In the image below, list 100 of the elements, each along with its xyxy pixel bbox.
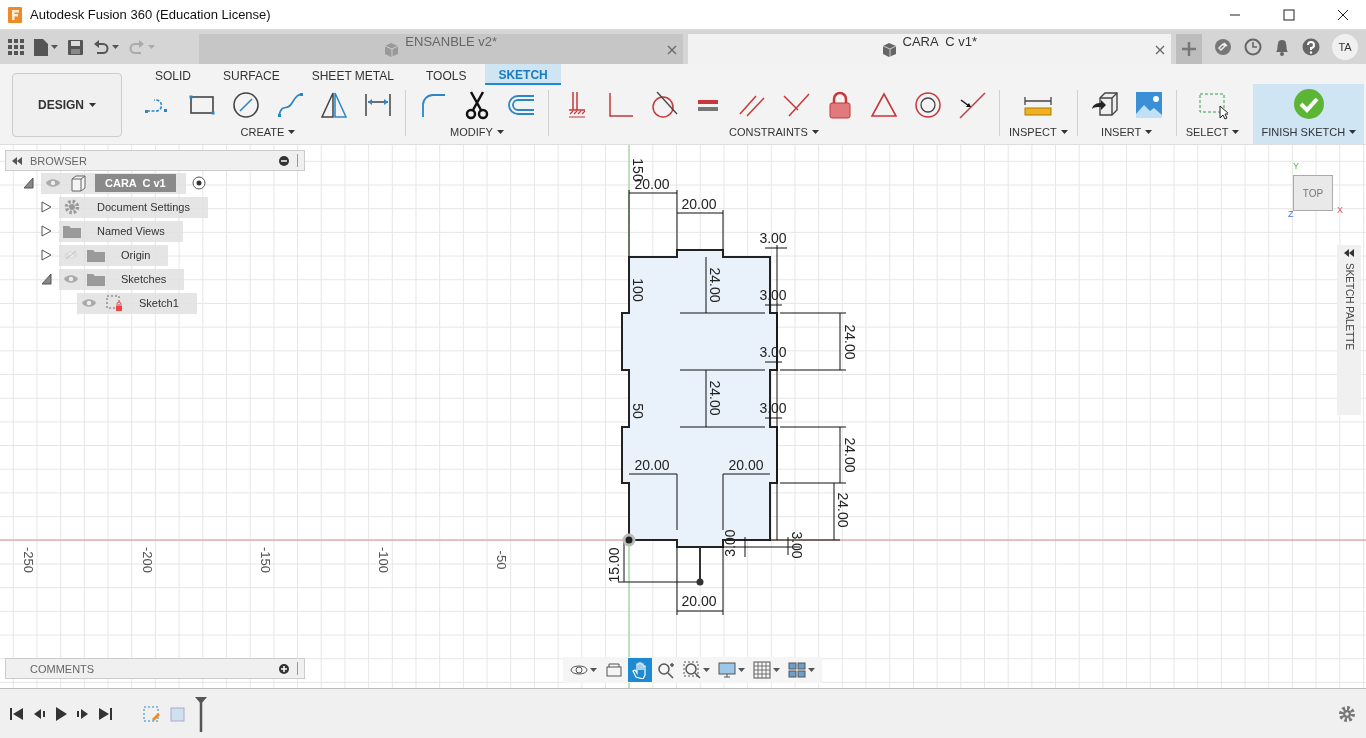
axis-label: Z — [1288, 209, 1294, 219]
window-title: Autodesk Fusion 360 (Education License) — [30, 7, 272, 22]
image-icon[interactable] — [1133, 90, 1164, 120]
caret-icon — [51, 45, 58, 49]
file-icon[interactable] — [34, 38, 48, 56]
axis-label: -50 — [493, 550, 509, 570]
step-forward-icon[interactable] — [76, 706, 90, 721]
dimension-label[interactable]: 15.00 — [606, 547, 622, 583]
expanded-arrow-icon[interactable] — [22, 177, 34, 189]
origin-point-icon[interactable] — [622, 533, 636, 547]
axis-label: -150 — [257, 547, 273, 573]
mirror-icon[interactable] — [319, 90, 349, 120]
tree-item[interactable]: Origin — [59, 244, 169, 266]
browser-title: BROWSER — [30, 154, 88, 167]
save-icon[interactable] — [68, 39, 83, 55]
expanded-arrow-icon[interactable] — [40, 273, 52, 285]
expand-icon[interactable] — [1344, 249, 1354, 257]
tree-item[interactable]: Sketches — [59, 268, 185, 290]
toolbar-tab[interactable]: SOLID — [142, 64, 204, 85]
dimension-label[interactable]: 24.00 — [835, 492, 851, 528]
bell-icon[interactable] — [1274, 38, 1290, 56]
comments-title: COMMENTS — [29, 662, 96, 675]
spline-icon[interactable] — [275, 90, 305, 120]
minus-circle-icon[interactable] — [279, 155, 289, 166]
undo-icon[interactable] — [93, 40, 109, 54]
caret-icon — [1232, 130, 1240, 134]
dimension-label[interactable]: 24.00 — [842, 437, 858, 473]
monitor-icon[interactable] — [718, 661, 736, 679]
play-icon[interactable] — [54, 705, 68, 722]
collapsed-arrow-icon[interactable] — [40, 249, 52, 261]
collapsed-arrow-icon[interactable] — [40, 225, 52, 237]
apps-grid-icon[interactable] — [8, 39, 24, 55]
arrow-line-icon[interactable] — [957, 90, 987, 120]
collapse-icon[interactable] — [12, 156, 22, 165]
caret-icon — [89, 103, 96, 107]
extensions-icon[interactable] — [1214, 38, 1232, 56]
caret-icon — [811, 130, 819, 134]
collapsed-arrow-icon[interactable] — [40, 201, 52, 213]
toolbar-tab[interactable]: SURFACE — [210, 64, 293, 85]
caret-icon — [1145, 130, 1153, 134]
viewports-icon[interactable] — [788, 661, 806, 679]
tool-group-menu[interactable]: MODIFY — [450, 126, 504, 138]
help-icon[interactable] — [1302, 38, 1320, 56]
zoom-fit-icon[interactable] — [683, 661, 701, 679]
navigation-tool[interactable] — [750, 658, 783, 682]
dimension-label[interactable]: 100 — [630, 278, 646, 302]
account-button[interactable]: TA — [1332, 34, 1358, 60]
toolbar-tab[interactable]: SHEET METAL — [298, 64, 407, 85]
dimension-label[interactable]: 24.00 — [707, 380, 723, 416]
sketch-palette-title[interactable]: SKETCH PALETTE — [1343, 263, 1355, 351]
dimension-label[interactable]: 20.00 — [634, 457, 670, 473]
tool-group-menu[interactable]: CONSTRAINTS — [729, 126, 819, 138]
plus-circle-icon[interactable] — [279, 663, 289, 674]
tool-group-menu[interactable]: CREATE — [240, 126, 296, 138]
caret-icon — [1349, 130, 1357, 134]
dimension-label[interactable]: 20.00 — [681, 593, 717, 609]
dashed-rectangle-icon[interactable] — [1197, 90, 1228, 120]
tool-group-menu[interactable]: SELECT — [1185, 126, 1240, 138]
tree-item[interactable]: Named Views — [59, 220, 183, 242]
view-cube[interactable]: TOP — [1293, 175, 1333, 211]
skip-end-icon[interactable] — [98, 706, 112, 721]
grid-icon[interactable] — [753, 661, 771, 679]
clock-icon[interactable] — [1244, 38, 1262, 56]
circle-line-icon[interactable] — [649, 90, 679, 120]
cube-icon — [881, 41, 897, 57]
settings-icon[interactable] — [1338, 704, 1356, 723]
tree-item[interactable]: Document Settings — [59, 196, 208, 218]
dimension-label[interactable]: 3.00 — [759, 230, 787, 246]
tool-group-menu[interactable]: INSERT — [1101, 126, 1153, 138]
finish-sketch-button[interactable]: FINISH SKETCH — [1253, 84, 1365, 144]
document-tab[interactable]: CARA C v1* — [687, 34, 1171, 64]
caret-icon — [288, 130, 296, 134]
triangle-icon[interactable] — [869, 90, 899, 120]
gear-icon — [63, 198, 81, 216]
caret-icon — [703, 668, 710, 672]
folder-icon — [63, 224, 81, 238]
skip-start-icon[interactable] — [10, 706, 24, 721]
caret-icon — [112, 45, 119, 49]
dimension-label[interactable]: 24.00 — [707, 267, 723, 303]
sketch-point-icon[interactable] — [696, 578, 704, 586]
dimension-label[interactable]: 24.00 — [842, 324, 858, 360]
dimension-label[interactable]: 20.00 — [728, 457, 764, 473]
dimension-label[interactable]: 20.00 — [681, 196, 717, 212]
tool-group-menu[interactable]: INSPECT — [1009, 126, 1068, 138]
caret-icon — [590, 668, 597, 672]
step-back-icon[interactable] — [32, 706, 46, 721]
dimension-label[interactable]: 3.00 — [789, 531, 805, 559]
folder-icon — [87, 248, 105, 262]
radio-icon[interactable] — [191, 176, 206, 190]
tab-close-icon[interactable] — [1155, 45, 1165, 55]
sketch-icon — [105, 294, 123, 312]
tab-close-icon[interactable] — [666, 45, 677, 55]
plus-icon — [1182, 42, 1196, 56]
dimension-label[interactable]: 50 — [630, 403, 646, 419]
workspace-menu[interactable]: DESIGN — [12, 73, 122, 137]
tree-item[interactable]: Sketch1 — [77, 292, 197, 314]
circle-icon[interactable] — [231, 90, 261, 120]
toolbar-tab[interactable]: TOOLS — [412, 64, 480, 85]
concentric-circles-icon[interactable] — [913, 90, 943, 120]
timeline-marker-icon[interactable] — [194, 695, 208, 732]
